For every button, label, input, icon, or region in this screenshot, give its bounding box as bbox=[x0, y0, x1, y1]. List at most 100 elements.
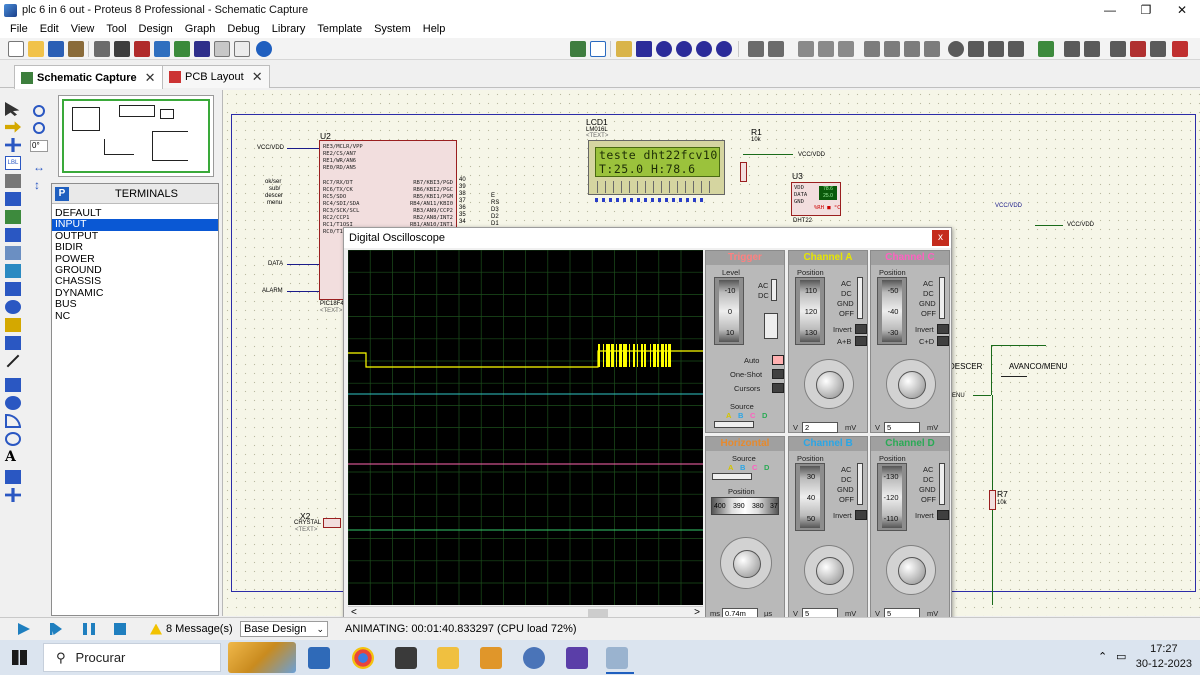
task-view-icon[interactable] bbox=[308, 647, 330, 669]
rotation-angle-field[interactable]: 0° bbox=[30, 140, 48, 152]
save-icon[interactable] bbox=[48, 41, 64, 57]
menu-debug[interactable]: Debug bbox=[221, 23, 265, 35]
horizontal-source-slider[interactable] bbox=[712, 473, 752, 480]
resistor-r1[interactable] bbox=[740, 162, 747, 182]
selection-mode-icon[interactable] bbox=[5, 102, 20, 116]
widgets-news-icon[interactable] bbox=[228, 642, 296, 673]
close-tab-icon[interactable]: ✕ bbox=[252, 69, 263, 85]
zoom-area-icon[interactable] bbox=[716, 41, 732, 57]
menu-tool[interactable]: Tool bbox=[100, 23, 132, 35]
list-item[interactable]: BIDIR bbox=[52, 241, 218, 253]
trigger-coupling-switch[interactable] bbox=[771, 279, 777, 301]
channel-c-volts-knob[interactable] bbox=[886, 359, 936, 409]
minimize-button[interactable]: — bbox=[1092, 0, 1128, 20]
decompose-icon[interactable] bbox=[1008, 41, 1024, 57]
redo-icon[interactable] bbox=[768, 41, 784, 57]
pause-icon[interactable] bbox=[83, 623, 95, 635]
cursors-button[interactable] bbox=[772, 383, 784, 393]
open-folder-icon[interactable] bbox=[28, 41, 44, 57]
channel-d-volts-knob[interactable] bbox=[886, 545, 936, 595]
pcb-icon[interactable] bbox=[134, 41, 150, 57]
symbol-tool-icon[interactable] bbox=[5, 470, 21, 484]
menu-library[interactable]: Library bbox=[266, 23, 312, 35]
messages-indicator[interactable]: 8 Message(s) bbox=[150, 621, 233, 637]
bom-icon[interactable] bbox=[194, 41, 210, 57]
copy-icon[interactable] bbox=[818, 41, 834, 57]
office-app-icon[interactable] bbox=[480, 647, 502, 669]
device-pins-icon[interactable] bbox=[5, 246, 21, 260]
junction-icon[interactable] bbox=[5, 138, 21, 152]
wire-autorouter-icon[interactable] bbox=[1038, 41, 1054, 57]
zoom-all-icon[interactable] bbox=[696, 41, 712, 57]
tab-pcb-layout[interactable]: PCB Layout ✕ bbox=[162, 65, 270, 88]
oscilloscope-title-bar[interactable]: Digital Oscilloscope bbox=[344, 228, 951, 248]
source-c[interactable]: C bbox=[750, 411, 755, 420]
dht22-sensor[interactable]: VDD DATA GND 78.6 25.0 %RH ■ °C bbox=[791, 182, 841, 216]
property-assign-icon[interactable] bbox=[1084, 41, 1100, 57]
one-shot-button[interactable] bbox=[772, 369, 784, 379]
menu-design[interactable]: Design bbox=[133, 23, 179, 35]
text-script-icon[interactable] bbox=[5, 174, 21, 188]
auto-mode-button[interactable] bbox=[772, 355, 784, 365]
rotate-anticlockwise-icon[interactable] bbox=[33, 122, 45, 134]
packaging-tool-icon[interactable] bbox=[988, 41, 1004, 57]
source-d[interactable]: D bbox=[762, 411, 767, 420]
line-tool-icon[interactable] bbox=[6, 354, 20, 368]
menu-graph[interactable]: Graph bbox=[179, 23, 222, 35]
oscilloscope-close-button[interactable]: x bbox=[932, 230, 949, 246]
menu-view[interactable]: View bbox=[65, 23, 101, 35]
paste-icon[interactable] bbox=[838, 41, 854, 57]
channel-a-coupling-switch[interactable] bbox=[857, 277, 863, 319]
text-tool-icon[interactable]: A bbox=[5, 450, 21, 464]
zoom-in-icon[interactable] bbox=[656, 41, 672, 57]
menu-system[interactable]: System bbox=[368, 23, 417, 35]
overview-viewport[interactable] bbox=[62, 99, 210, 173]
menu-help[interactable]: Help bbox=[417, 23, 452, 35]
channel-d-coupling-switch[interactable] bbox=[939, 463, 945, 505]
exit-parent-icon[interactable] bbox=[1150, 41, 1166, 57]
tray-chevron-icon[interactable]: ⌃ bbox=[1098, 650, 1107, 663]
lcd-display[interactable]: teste dht22fcv10 T:25.0 H:78.6 bbox=[588, 140, 725, 195]
schematic-icon[interactable] bbox=[114, 41, 130, 57]
block-copy-icon[interactable] bbox=[864, 41, 880, 57]
block-move-icon[interactable] bbox=[884, 41, 900, 57]
channel-a-position-slider[interactable]: 110 120 130 bbox=[795, 277, 825, 345]
rotate-clockwise-icon[interactable] bbox=[33, 105, 45, 117]
help-icon[interactable] bbox=[256, 41, 272, 57]
search-tag-icon[interactable] bbox=[1064, 41, 1080, 57]
document-icon[interactable] bbox=[234, 41, 250, 57]
file-explorer-icon[interactable] bbox=[437, 647, 459, 669]
paint-icon[interactable] bbox=[523, 647, 545, 669]
zoom-out-icon[interactable] bbox=[676, 41, 692, 57]
list-item[interactable]: NC bbox=[52, 310, 218, 322]
channel-c-volts-value[interactable]: 5 bbox=[884, 422, 920, 433]
graph-mode-icon[interactable] bbox=[5, 264, 21, 278]
block-rotate-icon[interactable] bbox=[904, 41, 920, 57]
make-device-icon[interactable] bbox=[968, 41, 984, 57]
channel-d-position-slider[interactable]: -130 -120 -110 bbox=[877, 463, 907, 531]
grid-icon[interactable] bbox=[590, 41, 606, 57]
crystal-x2[interactable] bbox=[323, 518, 341, 528]
horizontal-position-slider[interactable]: 400 390 380 37 bbox=[711, 497, 779, 515]
new-file-icon[interactable] bbox=[8, 41, 24, 57]
origin-icon[interactable] bbox=[616, 41, 632, 57]
chrome-icon[interactable] bbox=[352, 647, 374, 669]
digital-oscilloscope-window[interactable]: Digital Oscilloscope x < > Trigger Level… bbox=[343, 227, 952, 623]
overview-window[interactable] bbox=[58, 95, 214, 177]
resistor-r7[interactable] bbox=[989, 490, 996, 510]
source-a[interactable]: A bbox=[728, 463, 733, 472]
channel-b-position-slider[interactable]: 30 40 50 bbox=[795, 463, 825, 531]
box-tool-icon[interactable] bbox=[5, 378, 21, 392]
undo-icon[interactable] bbox=[748, 41, 764, 57]
refresh-icon[interactable] bbox=[570, 41, 586, 57]
source-b[interactable]: B bbox=[740, 463, 745, 472]
source-a[interactable]: A bbox=[726, 411, 731, 420]
menu-file[interactable]: File bbox=[4, 23, 34, 35]
voltage-probe-icon[interactable] bbox=[5, 318, 21, 332]
step-icon[interactable] bbox=[50, 623, 62, 635]
list-item[interactable]: DYNAMIC bbox=[52, 287, 218, 299]
oscilloscope-screen[interactable] bbox=[348, 250, 703, 605]
home-icon[interactable] bbox=[94, 41, 110, 57]
virtual-instrument-icon[interactable] bbox=[5, 336, 21, 350]
stop-icon[interactable] bbox=[114, 623, 126, 635]
